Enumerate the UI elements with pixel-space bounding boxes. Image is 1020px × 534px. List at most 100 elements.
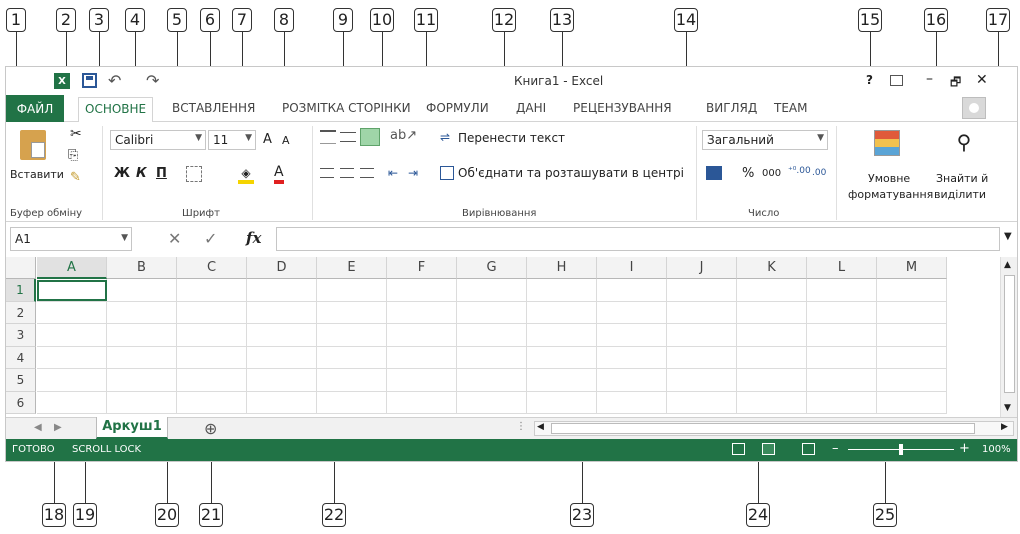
cell[interactable] bbox=[177, 279, 247, 302]
cell[interactable] bbox=[737, 369, 807, 392]
close-button[interactable]: ✕ bbox=[976, 72, 988, 88]
cell[interactable] bbox=[737, 324, 807, 347]
row-header-6[interactable]: 6 bbox=[6, 391, 36, 414]
cell[interactable] bbox=[387, 324, 457, 347]
cell[interactable] bbox=[247, 346, 317, 369]
scroll-up-icon[interactable]: ▲ bbox=[1004, 260, 1011, 270]
scroll-left-icon[interactable]: ◀ bbox=[537, 422, 544, 432]
cell[interactable] bbox=[107, 391, 177, 414]
scroll-right-icon[interactable]: ▶ bbox=[1001, 422, 1008, 432]
cell[interactable] bbox=[107, 324, 177, 347]
h-scroll-thumb[interactable] bbox=[551, 423, 975, 434]
column-header-L[interactable]: L bbox=[807, 257, 877, 279]
cell[interactable] bbox=[177, 301, 247, 324]
column-header-A[interactable]: A bbox=[37, 257, 107, 279]
cell[interactable] bbox=[317, 301, 387, 324]
cell[interactable] bbox=[667, 391, 737, 414]
cell[interactable] bbox=[597, 279, 667, 302]
restore-button[interactable]: 🗗 bbox=[950, 73, 961, 94]
tab-view[interactable]: ВИГЛЯД bbox=[706, 101, 757, 115]
tab-page-layout[interactable]: РОЗМІТКА СТОРІНКИ bbox=[282, 101, 411, 115]
cell[interactable] bbox=[317, 391, 387, 414]
tab-insert[interactable]: ВСТАВЛЕННЯ bbox=[172, 101, 255, 115]
cell[interactable] bbox=[387, 369, 457, 392]
cell[interactable] bbox=[387, 391, 457, 414]
select-all-corner[interactable] bbox=[6, 257, 36, 279]
paste-button[interactable]: Вставити bbox=[10, 168, 64, 181]
increase-decimal-button[interactable]: ⁺⁰.00 bbox=[788, 166, 811, 176]
cell[interactable] bbox=[527, 369, 597, 392]
cell[interactable] bbox=[877, 279, 947, 302]
expand-formula-bar-icon[interactable]: ▼ bbox=[1004, 231, 1012, 242]
ribbon-display-icon[interactable] bbox=[890, 75, 903, 86]
cell[interactable] bbox=[527, 301, 597, 324]
find-select-label-1[interactable]: Знайти й bbox=[936, 172, 988, 185]
zoom-slider-thumb[interactable] bbox=[899, 444, 903, 455]
cell[interactable] bbox=[737, 301, 807, 324]
undo-icon[interactable]: ↶ bbox=[108, 71, 121, 90]
cell[interactable] bbox=[597, 391, 667, 414]
column-header-H[interactable]: H bbox=[527, 257, 597, 279]
cell[interactable] bbox=[37, 391, 107, 414]
cell[interactable] bbox=[597, 324, 667, 347]
align-left-icon[interactable] bbox=[320, 168, 334, 178]
formula-input[interactable] bbox=[276, 227, 1000, 251]
fill-color-icon[interactable]: ◈ bbox=[238, 166, 254, 184]
account-avatar-icon[interactable] bbox=[962, 97, 986, 119]
insert-function-button[interactable]: fx bbox=[246, 229, 261, 247]
cell[interactable] bbox=[37, 324, 107, 347]
cell[interactable] bbox=[667, 324, 737, 347]
column-header-B[interactable]: B bbox=[107, 257, 177, 279]
tab-data[interactable]: ДАНІ bbox=[516, 101, 546, 115]
thousands-button[interactable]: 000 bbox=[762, 168, 781, 179]
cell[interactable] bbox=[107, 346, 177, 369]
increase-indent-icon[interactable]: ⇥ bbox=[408, 166, 418, 180]
cell[interactable] bbox=[667, 301, 737, 324]
find-select-label-2[interactable]: виділити bbox=[934, 188, 986, 201]
cell[interactable] bbox=[807, 301, 877, 324]
cell[interactable] bbox=[107, 279, 177, 302]
merge-center-button[interactable]: Об'єднати та розташувати в центрі bbox=[458, 166, 684, 180]
cell[interactable] bbox=[527, 391, 597, 414]
cell[interactable] bbox=[177, 324, 247, 347]
redo-icon[interactable]: ↷ bbox=[146, 71, 159, 90]
cell[interactable] bbox=[877, 346, 947, 369]
cell[interactable] bbox=[37, 346, 107, 369]
sheet-next-icon[interactable]: ▶ bbox=[54, 422, 62, 433]
copy-icon[interactable]: ⎘ bbox=[68, 148, 78, 163]
save-icon[interactable] bbox=[82, 73, 97, 88]
add-sheet-icon[interactable]: ⊕ bbox=[204, 419, 217, 438]
align-bottom-icon[interactable] bbox=[360, 128, 380, 146]
cell[interactable] bbox=[597, 301, 667, 324]
decrease-indent-icon[interactable]: ⇤ bbox=[388, 166, 398, 180]
cell[interactable] bbox=[807, 346, 877, 369]
page-break-view-icon[interactable] bbox=[802, 443, 815, 455]
column-header-F[interactable]: F bbox=[387, 257, 457, 279]
cell[interactable] bbox=[667, 369, 737, 392]
decrease-decimal-button[interactable]: .00 bbox=[812, 168, 826, 178]
cell[interactable] bbox=[877, 391, 947, 414]
cell[interactable] bbox=[247, 391, 317, 414]
cell[interactable] bbox=[527, 346, 597, 369]
scroll-thumb[interactable] bbox=[1004, 275, 1015, 393]
help-button[interactable]: ? bbox=[866, 73, 873, 87]
column-header-G[interactable]: G bbox=[457, 257, 527, 279]
cell[interactable] bbox=[177, 391, 247, 414]
tab-file[interactable]: ФАЙЛ bbox=[6, 95, 64, 122]
shrink-font-button[interactable]: A bbox=[282, 134, 290, 147]
sheet-prev-icon[interactable]: ◀ bbox=[34, 422, 42, 433]
cell[interactable] bbox=[247, 279, 317, 302]
percent-button[interactable]: % bbox=[742, 166, 754, 181]
cell[interactable] bbox=[457, 324, 527, 347]
cell[interactable] bbox=[667, 346, 737, 369]
format-painter-icon[interactable]: ✎ bbox=[70, 170, 81, 185]
font-color-button[interactable]: A bbox=[274, 164, 284, 184]
cell[interactable] bbox=[317, 279, 387, 302]
cell[interactable] bbox=[877, 369, 947, 392]
cell[interactable] bbox=[457, 346, 527, 369]
number-format-combo[interactable]: Загальний ▼ bbox=[702, 130, 828, 150]
cell[interactable] bbox=[737, 346, 807, 369]
column-header-K[interactable]: K bbox=[737, 257, 807, 279]
row-header-3[interactable]: 3 bbox=[6, 324, 36, 347]
borders-icon[interactable] bbox=[186, 166, 202, 182]
